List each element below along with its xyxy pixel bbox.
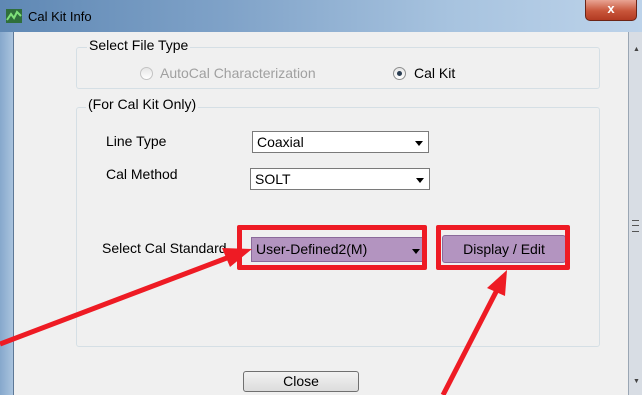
dialog-client-area: Select File Type AutoCal Characterizatio… xyxy=(14,32,628,395)
window-title: Cal Kit Info xyxy=(28,9,92,24)
scroll-thumb-grip-icon[interactable] xyxy=(632,220,639,232)
scroll-up-icon[interactable]: ▲ xyxy=(633,46,640,53)
close-icon: x xyxy=(607,1,615,16)
line-type-value: Coaxial xyxy=(257,134,304,150)
title-bar: Cal Kit Info x xyxy=(0,0,642,32)
autocal-option-label: AutoCal Characterization xyxy=(160,65,316,81)
vertical-scrollbar[interactable]: ▲ ▼ xyxy=(628,32,642,395)
chevron-down-icon xyxy=(416,178,424,183)
close-button[interactable]: Close xyxy=(243,371,359,392)
annotation-box-display-edit xyxy=(436,225,570,270)
line-type-dropdown[interactable]: Coaxial xyxy=(252,131,429,153)
file-type-group-title: Select File Type xyxy=(87,37,191,53)
cal-kit-group-title: (For Cal Kit Only) xyxy=(86,96,199,112)
cal-method-value: SOLT xyxy=(255,171,291,187)
chevron-down-icon xyxy=(415,141,423,146)
cal-standard-label: Select Cal Standard xyxy=(102,240,227,256)
window-frame-left xyxy=(0,32,14,395)
cal-method-dropdown[interactable]: SOLT xyxy=(250,168,430,190)
calkit-radio-icon[interactable] xyxy=(393,67,406,80)
annotation-box-cal-standard xyxy=(237,225,427,270)
calkit-option-label: Cal Kit xyxy=(414,65,456,81)
scroll-down-icon[interactable]: ▼ xyxy=(633,378,640,385)
autocal-radio-icon[interactable] xyxy=(140,67,153,80)
window-close-button[interactable]: x xyxy=(585,0,637,21)
network-analyzer-icon xyxy=(6,9,22,23)
file-type-group xyxy=(76,47,600,89)
line-type-label: Line Type xyxy=(106,133,167,149)
cal-method-label: Cal Method xyxy=(106,166,178,182)
